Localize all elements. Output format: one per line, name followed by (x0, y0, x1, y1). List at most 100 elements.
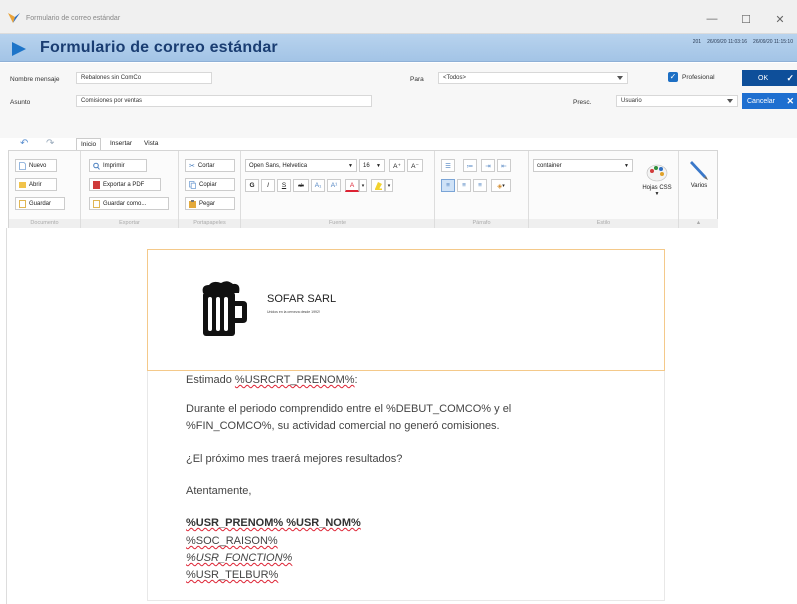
style-select[interactable]: container ▼ (533, 159, 633, 172)
subscript-button[interactable]: A₁ (311, 179, 325, 192)
save-as-icon (93, 199, 100, 208)
nuevo-button[interactable]: Nuevo (15, 159, 57, 172)
varios-button[interactable]: Varios (683, 159, 715, 189)
tab-inicio[interactable]: Inicio (76, 138, 102, 150)
italic-button[interactable]: I (261, 179, 275, 192)
mensaje-label: Nombre mensaje (10, 76, 60, 83)
imprimir-button[interactable]: Imprimir (89, 159, 147, 172)
abrir-label: Abrir (29, 181, 42, 188)
group-portapapeles: ✂ Cortar Copiar Pegar Portapapeles (179, 151, 241, 228)
maximize-button[interactable]: ☐ (729, 8, 763, 30)
tab-insertar[interactable]: Insertar (106, 138, 136, 149)
superscript-button[interactable]: A¹ (327, 179, 341, 192)
export-pdf-label: Exportar a PDF (103, 181, 145, 188)
company-name: SOFAR SARL (267, 293, 337, 305)
cancel-label: Cancelar (747, 97, 776, 105)
group-estilo: container ▼ Hojas CSS ▼ Estilo (529, 151, 679, 228)
indent-decrease-button[interactable]: ⇤ (497, 159, 511, 172)
group-label: Documento (9, 219, 80, 228)
pegar-button[interactable]: Pegar (185, 197, 235, 210)
font-family-select[interactable]: Open Sans, Helvetica ▼ (245, 159, 357, 172)
presc-label: Presc. (573, 99, 592, 106)
profesional-checkbox[interactable]: ✓ (668, 72, 678, 82)
align-center-icon: ≡ (462, 182, 466, 189)
chevron-down-icon (727, 99, 733, 103)
asunto-input[interactable]: Comisiones por ventas (76, 95, 372, 107)
arrow-icon (12, 42, 26, 56)
pdf-icon (93, 180, 100, 189)
para-select[interactable]: <Todos> (438, 72, 628, 84)
font-color-dropdown[interactable]: ▾ (359, 179, 367, 192)
undo-icon[interactable]: ↶ (20, 138, 28, 149)
ribbon: Nuevo Abrir Guardar Documento Imprimir E… (8, 150, 718, 228)
indent-increase-button[interactable]: ⇥ (481, 159, 495, 172)
export-pdf-button[interactable]: Exportar a PDF (89, 178, 161, 191)
copy-icon (189, 180, 196, 189)
shrink-font-button[interactable]: A⁻ (407, 159, 423, 172)
font-size-value: 16 (363, 162, 370, 169)
cortar-button[interactable]: ✂ Cortar (185, 159, 235, 172)
align-left-button[interactable]: ≡ (441, 179, 455, 192)
copiar-button[interactable]: Copiar (185, 178, 235, 191)
highlighter-icon (374, 182, 382, 190)
align-center-button[interactable]: ≡ (457, 179, 471, 192)
presc-select[interactable]: Usuario (616, 95, 738, 107)
copiar-label: Copiar (199, 181, 217, 188)
style-value: container (537, 162, 562, 169)
highlight-dropdown[interactable]: ▾ (385, 179, 393, 192)
numbered-list-icon: ≔ (466, 162, 474, 170)
check-icon: ✓ (786, 72, 794, 83)
group-label: Fuente (241, 219, 434, 228)
guardar-como-button[interactable]: Guardar como... (89, 197, 169, 210)
redo-icon[interactable]: ↷ (46, 138, 54, 149)
close-icon: ✕ (786, 95, 794, 106)
signature-phone: %USR_TELBUR% (186, 569, 279, 581)
grow-font-button[interactable]: A⁺ (389, 159, 405, 172)
group-documento: Nuevo Abrir Guardar Documento (9, 151, 81, 228)
numbered-list-button[interactable]: ≔ (463, 159, 477, 172)
chevron-down-icon: ▼ (654, 191, 660, 197)
record-id: 201 (692, 39, 702, 45)
group-exportar: Imprimir Exportar a PDF Guardar como... … (81, 151, 179, 228)
font-color-button[interactable]: A (345, 179, 359, 192)
bullet-list-button[interactable]: ☰ (441, 159, 455, 172)
window-title: Formulario de correo estándar (26, 15, 121, 22)
profesional-label: Profesional (682, 74, 715, 81)
font-size-select[interactable]: 16 ▼ (359, 159, 385, 172)
body-question: ¿El próximo mes traerá mejores resultado… (186, 453, 403, 465)
guardar-button[interactable]: Guardar (15, 197, 65, 210)
chevron-down-icon: ▼ (348, 162, 353, 169)
header-meta: 201 26/09/20 11:03:16 26/09/20 11:15:10 (693, 39, 793, 46)
signature-company: %SOC_RAISON% (186, 535, 278, 547)
chevron-down-icon: ▾ (502, 182, 505, 189)
abrir-button[interactable]: Abrir (15, 178, 57, 191)
close-button[interactable]: ✕ (763, 8, 797, 30)
ribbon-tabs: ↶ ↷ Inicio Insertar Vista (0, 136, 797, 150)
ok-button[interactable]: OK ✓ (742, 70, 797, 86)
nuevo-label: Nuevo (29, 162, 47, 169)
greeting-variable: %USRCRT_PRENOM% (234, 374, 355, 386)
body-line-1: Durante el periodo comprendido entre el … (186, 403, 512, 415)
body-closing: Atentamente, (186, 485, 252, 497)
ribbon-collapse[interactable]: ▲ (679, 219, 718, 228)
pegar-label: Pegar (199, 200, 216, 207)
tab-vista[interactable]: Vista (140, 138, 162, 149)
bold-button[interactable]: G (245, 179, 259, 192)
strikethrough-button[interactable]: ab (293, 179, 309, 192)
minimize-button[interactable]: — (695, 8, 729, 30)
modified-date: 26/09/20 11:15:10 (753, 39, 793, 45)
body-line-2: %FIN_COMCO%, su actividad comercial no g… (186, 420, 500, 432)
para-value: <Todos> (443, 75, 467, 81)
indent-decrease-icon: ⇤ (501, 162, 507, 170)
fill-color-button[interactable]: ◈ ▾ (491, 179, 511, 192)
css-sheets-button[interactable]: Hojas CSS ▼ (637, 163, 677, 197)
cancel-button[interactable]: Cancelar ✕ (742, 93, 797, 109)
group-varios: Varios ▲ (679, 151, 718, 228)
palette-icon (646, 164, 668, 182)
form-header: Formulario de correo estándar 201 26/09/… (0, 34, 797, 62)
mensaje-input[interactable]: Rebalones sin ComCo (76, 72, 212, 84)
highlight-button[interactable] (371, 179, 385, 192)
align-right-button[interactable]: ≡ (473, 179, 487, 192)
page-title: Formulario de correo estándar (40, 39, 278, 56)
underline-button[interactable]: S (277, 179, 291, 192)
